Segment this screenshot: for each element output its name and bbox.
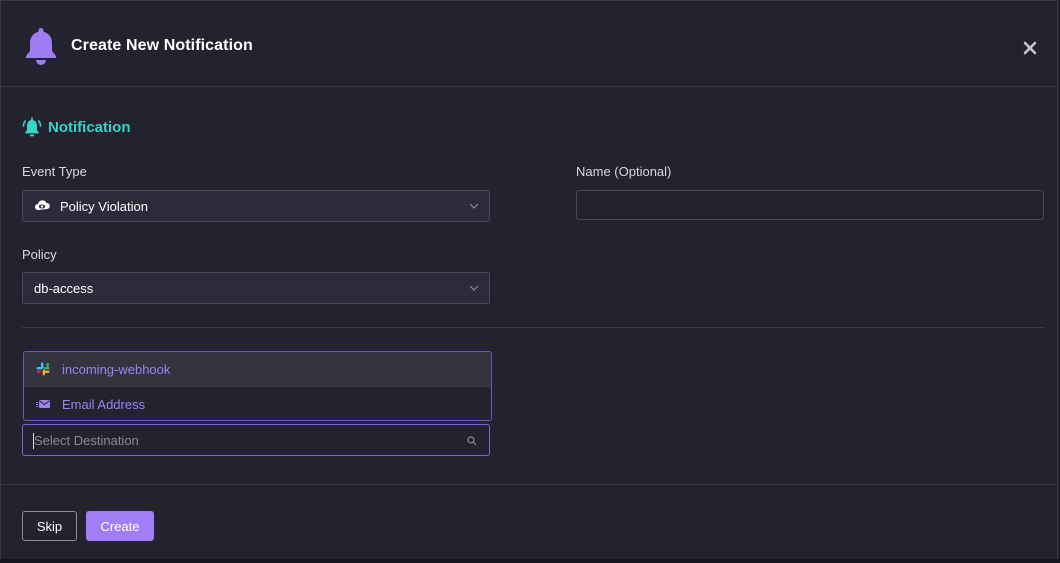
eye-cloud-icon [35, 200, 50, 210]
chevron-down-icon [469, 285, 479, 291]
policy-value: db-access [34, 280, 94, 296]
skip-button[interactable]: Skip [22, 511, 77, 541]
section-title-text: Notification [48, 118, 131, 136]
chevron-down-icon [469, 203, 479, 209]
policy-select[interactable]: db-access [22, 272, 490, 304]
bottom-edge [0, 559, 1060, 563]
policy-label: Policy [22, 247, 57, 262]
search-icon [467, 436, 477, 446]
notification-section-title: Notification [22, 116, 131, 138]
event-type-select[interactable]: Policy Violation [22, 190, 490, 222]
modal-title: Create New Notification [71, 37, 253, 54]
alarm-bell-icon [22, 117, 42, 137]
email-icon [36, 400, 50, 408]
destination-placeholder: Select Destination [34, 432, 139, 448]
option-label: incoming-webhook [62, 361, 171, 377]
close-icon[interactable] [1021, 39, 1039, 57]
destination-option-email[interactable]: Email Address [24, 387, 491, 420]
destination-dropdown: incoming-webhook Email Address [23, 351, 492, 421]
event-type-value: Policy Violation [60, 198, 148, 214]
bell-icon [26, 28, 56, 65]
slack-icon [36, 362, 50, 376]
option-label: Email Address [62, 396, 146, 412]
name-input[interactable] [576, 190, 1044, 220]
create-notification-modal: Create New Notification Notification Eve… [0, 0, 1058, 561]
footer-divider [1, 484, 1057, 485]
destination-search-input[interactable]: Select Destination [22, 424, 490, 456]
modal-header: Create New Notification [1, 1, 1057, 87]
destination-option-webhook[interactable]: incoming-webhook [24, 352, 491, 387]
create-button[interactable]: Create [86, 511, 154, 541]
section-divider [22, 327, 1044, 328]
name-label: Name (Optional) [576, 164, 672, 179]
event-type-label: Event Type [22, 164, 87, 179]
text-caret [33, 433, 34, 449]
